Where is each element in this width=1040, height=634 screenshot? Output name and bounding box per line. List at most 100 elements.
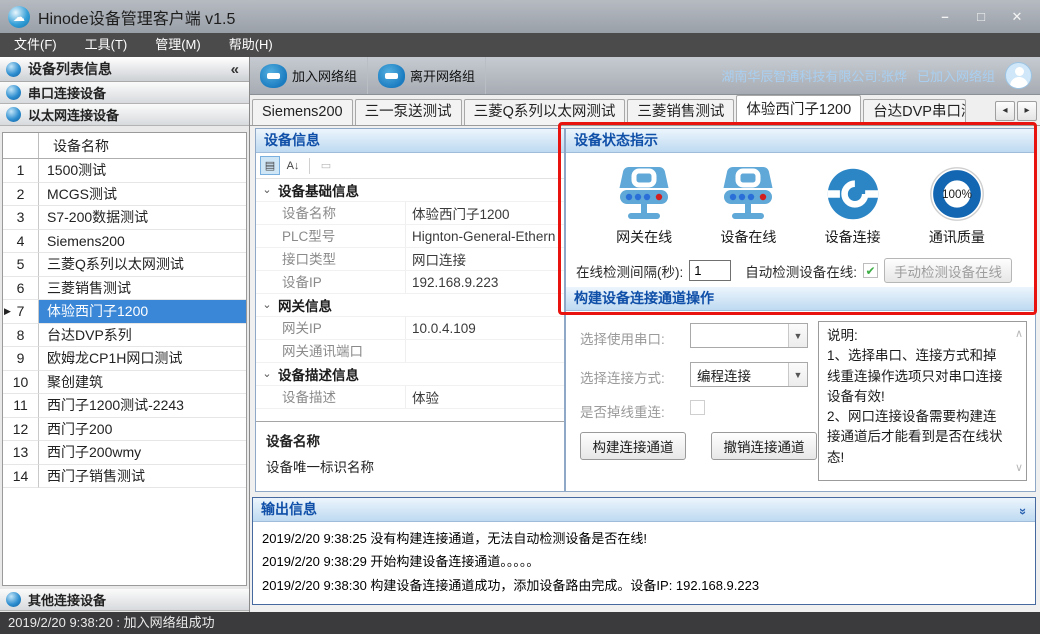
device-status-panel: 设备状态指示 网关在线: [565, 128, 1036, 492]
chevron-down-icon[interactable]: ⌄: [256, 363, 278, 385]
device-list-sidebar: 设备列表信息 « 串口连接设备 以太网连接设备 设备名称 11500测试 2MC…: [0, 57, 250, 612]
app-logo-icon: ☁: [8, 6, 30, 28]
dropdown-arrow-icon[interactable]: ▼: [788, 324, 807, 347]
chevron-down-icon[interactable]: ⌄: [256, 294, 278, 316]
table-row[interactable]: 10聚创建筑: [3, 371, 246, 395]
sidebar-item-other-devices[interactable]: 其他连接设备: [0, 589, 249, 611]
menu-tools[interactable]: 工具(T): [71, 33, 142, 57]
reconnect-checkbox[interactable]: [690, 400, 705, 415]
tab-scroll-left-button[interactable]: ◂: [995, 101, 1015, 121]
cloud-icon: ☁: [13, 10, 25, 24]
table-row[interactable]: 11西门子1200测试-2243: [3, 394, 246, 418]
property-row[interactable]: PLC型号 Hignton-General-Ethern: [256, 225, 564, 248]
table-row[interactable]: 5三菱Q系列以太网测试: [3, 253, 246, 277]
table-row[interactable]: 3S7-200数据测试: [3, 206, 246, 230]
property-row[interactable]: 设备描述 体验: [256, 386, 564, 409]
join-network-icon: [260, 64, 287, 88]
menu-bar: 文件(F) 工具(T) 管理(M) 帮助(H): [0, 33, 1040, 57]
table-row-selected[interactable]: ▶7 体验西门子1200: [3, 300, 246, 324]
serial-select-combo[interactable]: ▼: [690, 323, 808, 348]
menu-file[interactable]: 文件(F): [0, 33, 71, 57]
table-row[interactable]: 4Siemens200: [3, 230, 246, 254]
menu-help[interactable]: 帮助(H): [215, 33, 287, 57]
main-area: 加入网络组 离开网络组 湖南华辰智通科技有限公司:张烨 已加入网络组 Sieme…: [250, 57, 1040, 612]
menu-manage[interactable]: 管理(M): [141, 33, 215, 57]
log-line: 2019/2/20 9:38:29 开始构建设备连接通道。。。。。: [262, 550, 1026, 573]
sidebar-collapse-icon[interactable]: «: [227, 61, 243, 78]
network-status-label: 已加入网络组: [917, 66, 995, 85]
category-row[interactable]: ⌄ 设备基础信息: [256, 179, 564, 202]
table-row[interactable]: 11500测试: [3, 159, 246, 183]
categorized-view-icon[interactable]: ▤: [260, 156, 280, 175]
table-row[interactable]: 13西门子200wmy: [3, 441, 246, 465]
help-text-box: 说明: 1、选择串口、连接方式和掉线重连操作选项只对串口连接设备有效! 2、网口…: [818, 321, 1027, 481]
scroll-down-icon[interactable]: ∨: [1015, 460, 1023, 477]
alphabetical-sort-icon[interactable]: A↓: [283, 156, 303, 175]
tab-siemens200[interactable]: Siemens200: [252, 99, 353, 125]
device-info-header: 设备信息: [256, 129, 564, 153]
table-row[interactable]: 12西门子200: [3, 418, 246, 442]
device-connect-indicator: 设备连接: [805, 165, 901, 247]
maximize-button[interactable]: □: [966, 6, 996, 28]
category-row[interactable]: ⌄ 网关信息: [256, 294, 564, 317]
status-indicators: 网关在线 设备在线: [566, 153, 1035, 247]
connect-mode-combo[interactable]: 编程连接 ▼: [690, 362, 808, 387]
close-button[interactable]: ✕: [1002, 6, 1032, 28]
channel-ops-header: 构建设备连接通道操作: [566, 287, 1035, 311]
property-row[interactable]: 接口类型 网口连接: [256, 248, 564, 271]
manual-check-button[interactable]: 手动检测设备在线: [884, 258, 1012, 283]
dropdown-arrow-icon[interactable]: ▼: [788, 363, 807, 386]
company-user-label: 湖南华辰智通科技有限公司:张烨: [721, 66, 907, 85]
user-info: 湖南华辰智通科技有限公司:张烨 已加入网络组: [721, 62, 1040, 89]
user-avatar[interactable]: [1005, 62, 1032, 89]
table-row[interactable]: 14西门子销售测试: [3, 465, 246, 489]
category-row[interactable]: ⌄ 设备描述信息: [256, 363, 564, 386]
log-line: 2019/2/20 9:38:30 构建设备连接通道成功，添加设备路由完成。设备…: [262, 574, 1026, 597]
minimize-button[interactable]: –: [930, 6, 960, 28]
sidebar-item-serial-devices[interactable]: 串口连接设备: [0, 82, 249, 104]
scroll-up-icon[interactable]: ∧: [1015, 326, 1023, 343]
output-header: 输出信息 »: [253, 498, 1035, 522]
serial-port-icon: [6, 85, 21, 100]
revoke-channel-button[interactable]: 撤销连接通道: [711, 432, 817, 460]
device-name-header: 设备名称: [39, 133, 246, 158]
property-row[interactable]: 设备名称 体验西门子1200: [256, 202, 564, 225]
build-channel-button[interactable]: 构建连接通道: [580, 432, 686, 460]
table-row[interactable]: 9欧姆龙CP1H网口测试: [3, 347, 246, 371]
tab-sany-pump-test[interactable]: 三一泵送测试: [355, 99, 462, 125]
router-icon: [611, 165, 677, 223]
device-table-header: 设备名称: [3, 133, 246, 159]
tab-scroll-right-button[interactable]: ▸: [1017, 101, 1037, 121]
tab-delta-dvp-serial-test[interactable]: 台达DVP串口测试: [863, 99, 966, 125]
connect-mode-label: 选择连接方式:: [580, 367, 665, 387]
tab-mitsubishi-q-ethernet-test[interactable]: 三菱Q系列以太网测试: [464, 99, 626, 125]
join-network-group-button[interactable]: 加入网络组: [250, 57, 368, 94]
device-tab-strip: Siemens200 三一泵送测试 三菱Q系列以太网测试 三菱销售测试 体验西门…: [250, 95, 1040, 126]
online-check-row: 在线检测间隔(秒): 自动检测设备在线: ✔ 手动检测设备在线: [576, 258, 1012, 283]
sidebar-header-label: 设备列表信息: [28, 59, 112, 79]
toolbar: 加入网络组 离开网络组 湖南华辰智通科技有限公司:张烨 已加入网络组: [250, 57, 1040, 95]
tab-siemens1200-active[interactable]: 体验西门子1200: [736, 95, 861, 125]
sidebar-item-label: 串口连接设备: [28, 83, 106, 102]
leave-network-group-button[interactable]: 离开网络组: [368, 57, 486, 94]
table-row[interactable]: 8台达DVP系列: [3, 324, 246, 348]
property-row[interactable]: 网关IP 10.0.4.109: [256, 317, 564, 340]
sidebar-header[interactable]: 设备列表信息 «: [0, 57, 249, 82]
quality-value: 100%: [942, 188, 972, 201]
device-info-panel: 设备信息 ▤ A↓ ▭ ⌄ 设备基础信息 设备名称 体验西门子1200 PLC型…: [255, 128, 565, 492]
auto-check-checkbox[interactable]: ✔: [863, 263, 878, 278]
device-list-icon: [6, 62, 21, 77]
chevron-down-icon[interactable]: ⌄: [256, 179, 278, 201]
output-collapse-icon[interactable]: »: [1012, 508, 1035, 515]
table-row[interactable]: 6三菱销售测试: [3, 277, 246, 301]
property-description-box: 设备名称 设备唯一标识名称: [256, 421, 564, 491]
property-row[interactable]: 设备IP 192.168.9.223: [256, 271, 564, 294]
sidebar-item-ethernet-devices[interactable]: 以太网连接设备: [0, 104, 249, 126]
interval-input[interactable]: [689, 260, 731, 281]
tab-mitsubishi-sales-test[interactable]: 三菱销售测试: [627, 99, 734, 125]
output-panel: 输出信息 » 2019/2/20 9:38:25 没有构建连接通道，无法自动检测…: [252, 497, 1036, 605]
property-grid-toolbar: ▤ A↓ ▭: [256, 153, 564, 179]
table-row[interactable]: 2MCGS测试: [3, 183, 246, 207]
comm-quality-indicator: 100% 通讯质量: [909, 165, 1005, 247]
property-row[interactable]: 网关通讯端口: [256, 340, 564, 363]
